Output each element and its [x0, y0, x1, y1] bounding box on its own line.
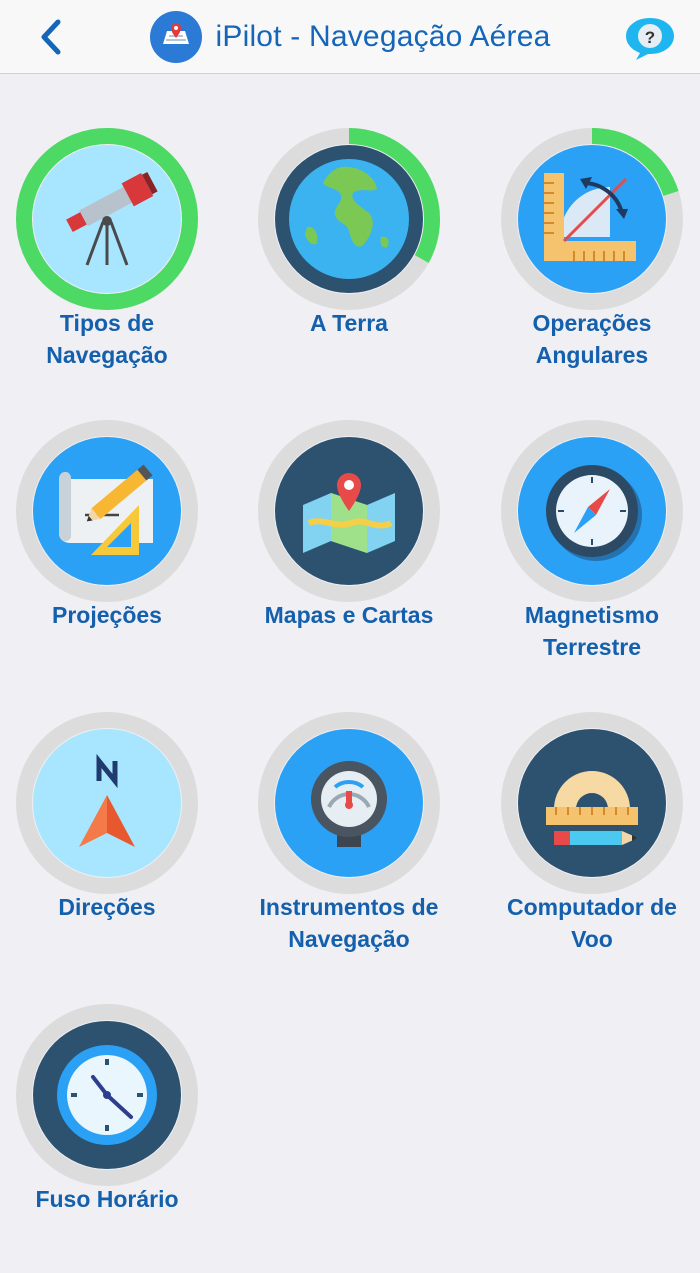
tile-fuso-horario[interactable]: Fuso Horário — [0, 1003, 227, 1273]
progress-ring — [258, 420, 440, 602]
tile-direcoes[interactable]: Direções — [0, 711, 227, 981]
help-bubble-icon[interactable]: ? — [622, 14, 678, 62]
gauge-instrument-icon — [275, 729, 423, 877]
tile-label: Computador de Voo — [507, 894, 677, 952]
progress-ring — [16, 420, 198, 602]
tile-label: Fuso Horário — [35, 1186, 179, 1212]
progress-ring — [16, 712, 198, 894]
tile-label: Tipos de Navegação — [46, 310, 168, 368]
folded-map-icon — [275, 437, 423, 585]
tile-label: Direções — [58, 894, 156, 920]
tile-instrumentos-de-navegacao[interactable]: Instrumentos de Navegação — [229, 711, 469, 981]
tile-operacoes-angulares[interactable]: Operações Angulares — [472, 127, 700, 397]
page-title: iPilot - Navegação Aérea — [215, 20, 551, 53]
tile-magnetismo-terrestre[interactable]: Magnetismo Terrestre — [472, 419, 700, 689]
tile-a-terra[interactable]: A Terra — [229, 127, 469, 397]
progress-ring — [501, 420, 683, 602]
telescope-icon — [33, 145, 181, 293]
clock-icon — [33, 1021, 181, 1169]
protractor-pencil-icon — [518, 729, 666, 877]
tile-label: Operações Angulares — [532, 310, 652, 368]
progress-ring — [258, 128, 440, 310]
tile-mapas-e-cartas[interactable]: Mapas e Cartas — [229, 419, 469, 689]
map-pin-logo-icon — [149, 11, 202, 63]
progress-ring — [501, 712, 683, 894]
progress-ring — [501, 128, 683, 310]
angle-ruler-icon — [518, 145, 666, 293]
progress-ring — [258, 712, 440, 894]
tile-tipos-de-navegacao[interactable]: Tipos de Navegação — [0, 127, 227, 397]
tile-projecoes[interactable]: Projeções — [0, 419, 227, 689]
blueprint-pencil-icon — [33, 437, 181, 585]
tile-label: Mapas e Cartas — [264, 602, 434, 628]
tile-label: Magnetismo Terrestre — [524, 602, 660, 660]
svg-text:?: ? — [645, 28, 655, 47]
compass-icon — [518, 437, 666, 585]
earth-globe-icon — [275, 145, 423, 293]
progress-ring — [16, 1004, 198, 1186]
north-arrow-icon — [33, 729, 181, 877]
tile-label: Instrumentos de Navegação — [259, 894, 439, 952]
tile-computador-de-voo[interactable]: Computador de Voo — [472, 711, 700, 981]
progress-ring — [16, 128, 198, 310]
navigation-bar: iPilot - Navegação Aérea ? — [0, 0, 700, 74]
tile-label: A Terra — [310, 310, 388, 336]
tile-label: Projeções — [52, 602, 162, 628]
title-group: iPilot - Navegação Aérea — [0, 0, 700, 74]
